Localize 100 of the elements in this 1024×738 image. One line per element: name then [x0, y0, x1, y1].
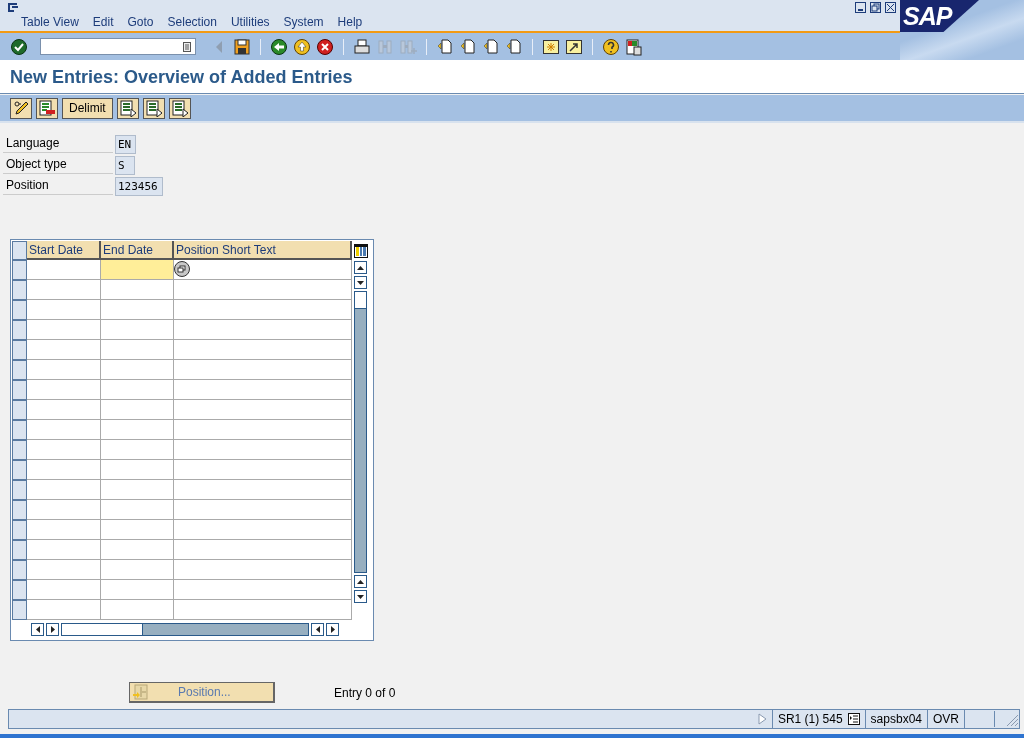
- table-cell[interactable]: [174, 440, 352, 460]
- row-selector[interactable]: [12, 480, 27, 500]
- row-selector[interactable]: [12, 560, 27, 580]
- table-cell[interactable]: [101, 560, 174, 580]
- pencil-glasses-button[interactable]: [10, 97, 32, 119]
- table-cell[interactable]: [27, 260, 101, 280]
- list-arrow-button[interactable]: [168, 97, 191, 119]
- table-cell[interactable]: [27, 440, 101, 460]
- row-selector[interactable]: [12, 500, 27, 520]
- table-cell[interactable]: [101, 500, 174, 520]
- printer-icon[interactable]: [353, 37, 371, 56]
- table-cell[interactable]: [174, 460, 352, 480]
- row-selector[interactable]: [12, 520, 27, 540]
- row-selector[interactable]: [12, 320, 27, 340]
- table-cell[interactable]: [27, 560, 101, 580]
- shortcut-icon[interactable]: [565, 37, 583, 56]
- table-cell[interactable]: [27, 280, 101, 300]
- table-cell[interactable]: [101, 360, 174, 380]
- menu-item[interactable]: Help: [337, 15, 363, 29]
- restore-button[interactable]: [870, 2, 881, 13]
- page-arrow-icon[interactable]: [505, 37, 523, 56]
- page-arrow-icon[interactable]: [482, 37, 500, 56]
- table-cell[interactable]: [101, 400, 174, 420]
- table-cell[interactable]: [27, 380, 101, 400]
- table-cell[interactable]: [101, 440, 174, 460]
- triangle-right-icon[interactable]: [757, 713, 767, 725]
- table-cell[interactable]: [27, 600, 101, 620]
- table-cell[interactable]: [101, 520, 174, 540]
- table-cell[interactable]: [174, 400, 352, 420]
- table-cell[interactable]: [101, 320, 174, 340]
- table-cell[interactable]: [27, 340, 101, 360]
- select-all-button[interactable]: [12, 241, 27, 260]
- row-selector[interactable]: [12, 260, 27, 280]
- row-selector[interactable]: [12, 400, 27, 420]
- table-cell[interactable]: [174, 480, 352, 500]
- table-cell[interactable]: [101, 460, 174, 480]
- table-cell[interactable]: [27, 320, 101, 340]
- close-button[interactable]: [885, 2, 896, 13]
- menu-item[interactable]: Edit: [92, 15, 114, 29]
- table-cell[interactable]: [101, 600, 174, 620]
- table-cell[interactable]: [27, 420, 101, 440]
- row-selector[interactable]: [12, 580, 27, 600]
- table-cell[interactable]: [101, 300, 174, 320]
- list-icon[interactable]: [847, 713, 860, 725]
- table-settings-button[interactable]: [352, 241, 369, 260]
- back-icon[interactable]: [270, 37, 288, 56]
- vertical-scrollbar[interactable]: [354, 291, 367, 573]
- check-icon[interactable]: [10, 37, 28, 56]
- table-cell[interactable]: [174, 560, 352, 580]
- column-header[interactable]: Position Short Text: [174, 241, 352, 260]
- column-header[interactable]: End Date: [101, 241, 174, 260]
- row-selector[interactable]: [12, 300, 27, 320]
- menu-item[interactable]: Utilities: [230, 15, 270, 29]
- list-icon[interactable]: [183, 41, 191, 52]
- column-header[interactable]: Start Date: [27, 241, 101, 260]
- scroll-up-button[interactable]: [354, 261, 367, 274]
- list-arrow-button[interactable]: [142, 97, 165, 119]
- cancel-icon[interactable]: [316, 37, 334, 56]
- table-cell[interactable]: [174, 420, 352, 440]
- table-cell[interactable]: [174, 280, 352, 300]
- new-window-icon[interactable]: [542, 37, 560, 56]
- exit-icon[interactable]: [293, 37, 311, 56]
- table-cell[interactable]: [27, 580, 101, 600]
- row-selector[interactable]: [12, 360, 27, 380]
- row-selector[interactable]: [12, 540, 27, 560]
- table-cell[interactable]: [101, 420, 174, 440]
- menu-item[interactable]: Table View: [21, 15, 79, 29]
- table-cell[interactable]: [174, 260, 352, 280]
- scroll-left-button[interactable]: [31, 623, 44, 636]
- table-cell[interactable]: [174, 340, 352, 360]
- row-selector[interactable]: [12, 420, 27, 440]
- help-icon[interactable]: [602, 37, 620, 56]
- resize-grip-icon[interactable]: [994, 711, 1019, 727]
- layout-icon[interactable]: [625, 37, 643, 56]
- page-arrow-icon[interactable]: [436, 37, 454, 56]
- horizontal-scrollbar[interactable]: [61, 623, 309, 636]
- table-cell[interactable]: [27, 460, 101, 480]
- scroll-up-button[interactable]: [354, 575, 367, 588]
- scroll-left-button[interactable]: [311, 623, 324, 636]
- table-cell[interactable]: [27, 520, 101, 540]
- table-cell[interactable]: [174, 320, 352, 340]
- page-arrow-icon[interactable]: [459, 37, 477, 56]
- table-cell[interactable]: [101, 540, 174, 560]
- menu-item[interactable]: System: [283, 15, 324, 29]
- table-cell[interactable]: [101, 260, 174, 280]
- table-cell[interactable]: [174, 520, 352, 540]
- table-cell[interactable]: [27, 540, 101, 560]
- table-cell[interactable]: [101, 580, 174, 600]
- table-cell[interactable]: [101, 340, 174, 360]
- table-cell[interactable]: [174, 500, 352, 520]
- table-cell[interactable]: [27, 300, 101, 320]
- list-arrow-button[interactable]: [116, 97, 139, 119]
- value-help-icon[interactable]: [174, 261, 190, 277]
- scroll-down-button[interactable]: [354, 590, 367, 603]
- row-selector[interactable]: [12, 460, 27, 480]
- row-selector[interactable]: [12, 340, 27, 360]
- table-cell[interactable]: [174, 580, 352, 600]
- table-cell[interactable]: [174, 540, 352, 560]
- row-selector[interactable]: [12, 280, 27, 300]
- table-cell[interactable]: [101, 380, 174, 400]
